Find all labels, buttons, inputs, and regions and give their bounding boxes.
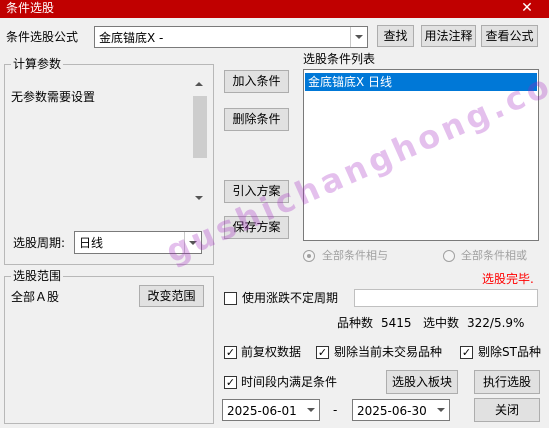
execute-button[interactable]: 执行选股 bbox=[474, 370, 540, 394]
period-satisfy-checkbox[interactable] bbox=[224, 376, 237, 389]
formula-value: 金底锚底X - bbox=[99, 31, 164, 45]
chevron-down-icon[interactable] bbox=[350, 27, 367, 47]
logic-or-label: 全部条件相或 bbox=[461, 249, 527, 262]
add-condition-button[interactable]: 加入条件 bbox=[224, 70, 289, 93]
close-button[interactable]: 关闭 bbox=[474, 398, 540, 422]
date-to-picker[interactable]: 2025-06-30 bbox=[352, 399, 450, 421]
period-change-checkbox[interactable] bbox=[224, 292, 237, 305]
conditions-list-label: 选股条件列表 bbox=[303, 52, 376, 66]
date-from-picker[interactable]: 2025-06-01 bbox=[222, 399, 320, 421]
chevron-down-icon[interactable] bbox=[302, 400, 319, 420]
selected-label: 选中数 bbox=[423, 316, 460, 330]
forward-adjust-checkbox[interactable] bbox=[224, 346, 237, 359]
date-from-value: 2025-06-01 bbox=[227, 404, 297, 418]
window-title: 条件选股 bbox=[6, 1, 55, 15]
logic-or-radio[interactable] bbox=[443, 250, 455, 262]
date-separator: - bbox=[333, 403, 338, 417]
chevron-up-icon[interactable] bbox=[195, 82, 203, 86]
count-label: 品种数 bbox=[337, 316, 374, 330]
remove-condition-button[interactable]: 删除条件 bbox=[224, 108, 289, 131]
selected-value: 322/5.9% bbox=[467, 316, 525, 330]
date-to-value: 2025-06-30 bbox=[357, 404, 427, 418]
title-bar: 条件选股 ✕ bbox=[0, 0, 549, 18]
logic-and-label: 全部条件相与 bbox=[322, 249, 388, 262]
close-icon[interactable]: ✕ bbox=[512, 0, 542, 18]
scope-legend: 选股范围 bbox=[11, 269, 64, 283]
exclude-untraded-checkbox[interactable] bbox=[316, 346, 329, 359]
params-scrollbar[interactable] bbox=[192, 78, 208, 208]
chevron-down-icon[interactable] bbox=[432, 400, 449, 420]
status-text: 选股完毕. bbox=[482, 272, 534, 286]
chevron-down-icon[interactable] bbox=[195, 196, 203, 200]
change-scope-button[interactable]: 改变范围 bbox=[139, 285, 204, 307]
period-change-label: 使用涨跌不定周期 bbox=[242, 291, 339, 305]
formula-label: 条件选股公式 bbox=[6, 30, 79, 44]
scope-value: 全部Ａ股 bbox=[11, 290, 60, 304]
no-params-text: 无参数需要设置 bbox=[11, 90, 96, 104]
period-satisfy-label: 时间段内满足条件 bbox=[241, 375, 338, 389]
scrollbar-thumb[interactable] bbox=[193, 96, 207, 158]
exclude-st-checkbox[interactable] bbox=[460, 346, 473, 359]
find-button[interactable]: 查找 bbox=[377, 25, 414, 47]
logic-and-radio[interactable] bbox=[303, 250, 315, 262]
period-change-input[interactable] bbox=[354, 289, 538, 307]
period-value: 日线 bbox=[79, 236, 104, 250]
formula-combobox[interactable]: 金底锚底X - bbox=[94, 26, 368, 48]
period-label: 选股周期: bbox=[13, 236, 66, 250]
usage-notes-button[interactable]: 用法注释 bbox=[421, 25, 476, 47]
to-block-button[interactable]: 选股入板块 bbox=[386, 370, 458, 394]
exclude-st-label: 剔除ST品种 bbox=[478, 345, 541, 359]
view-formula-button[interactable]: 查看公式 bbox=[481, 25, 538, 47]
count-value: 5415 bbox=[381, 316, 412, 330]
forward-adjust-label: 前复权数据 bbox=[241, 345, 302, 359]
exclude-untraded-label: 剔除当前未交易品种 bbox=[334, 345, 443, 359]
params-legend: 计算参数 bbox=[11, 57, 64, 71]
